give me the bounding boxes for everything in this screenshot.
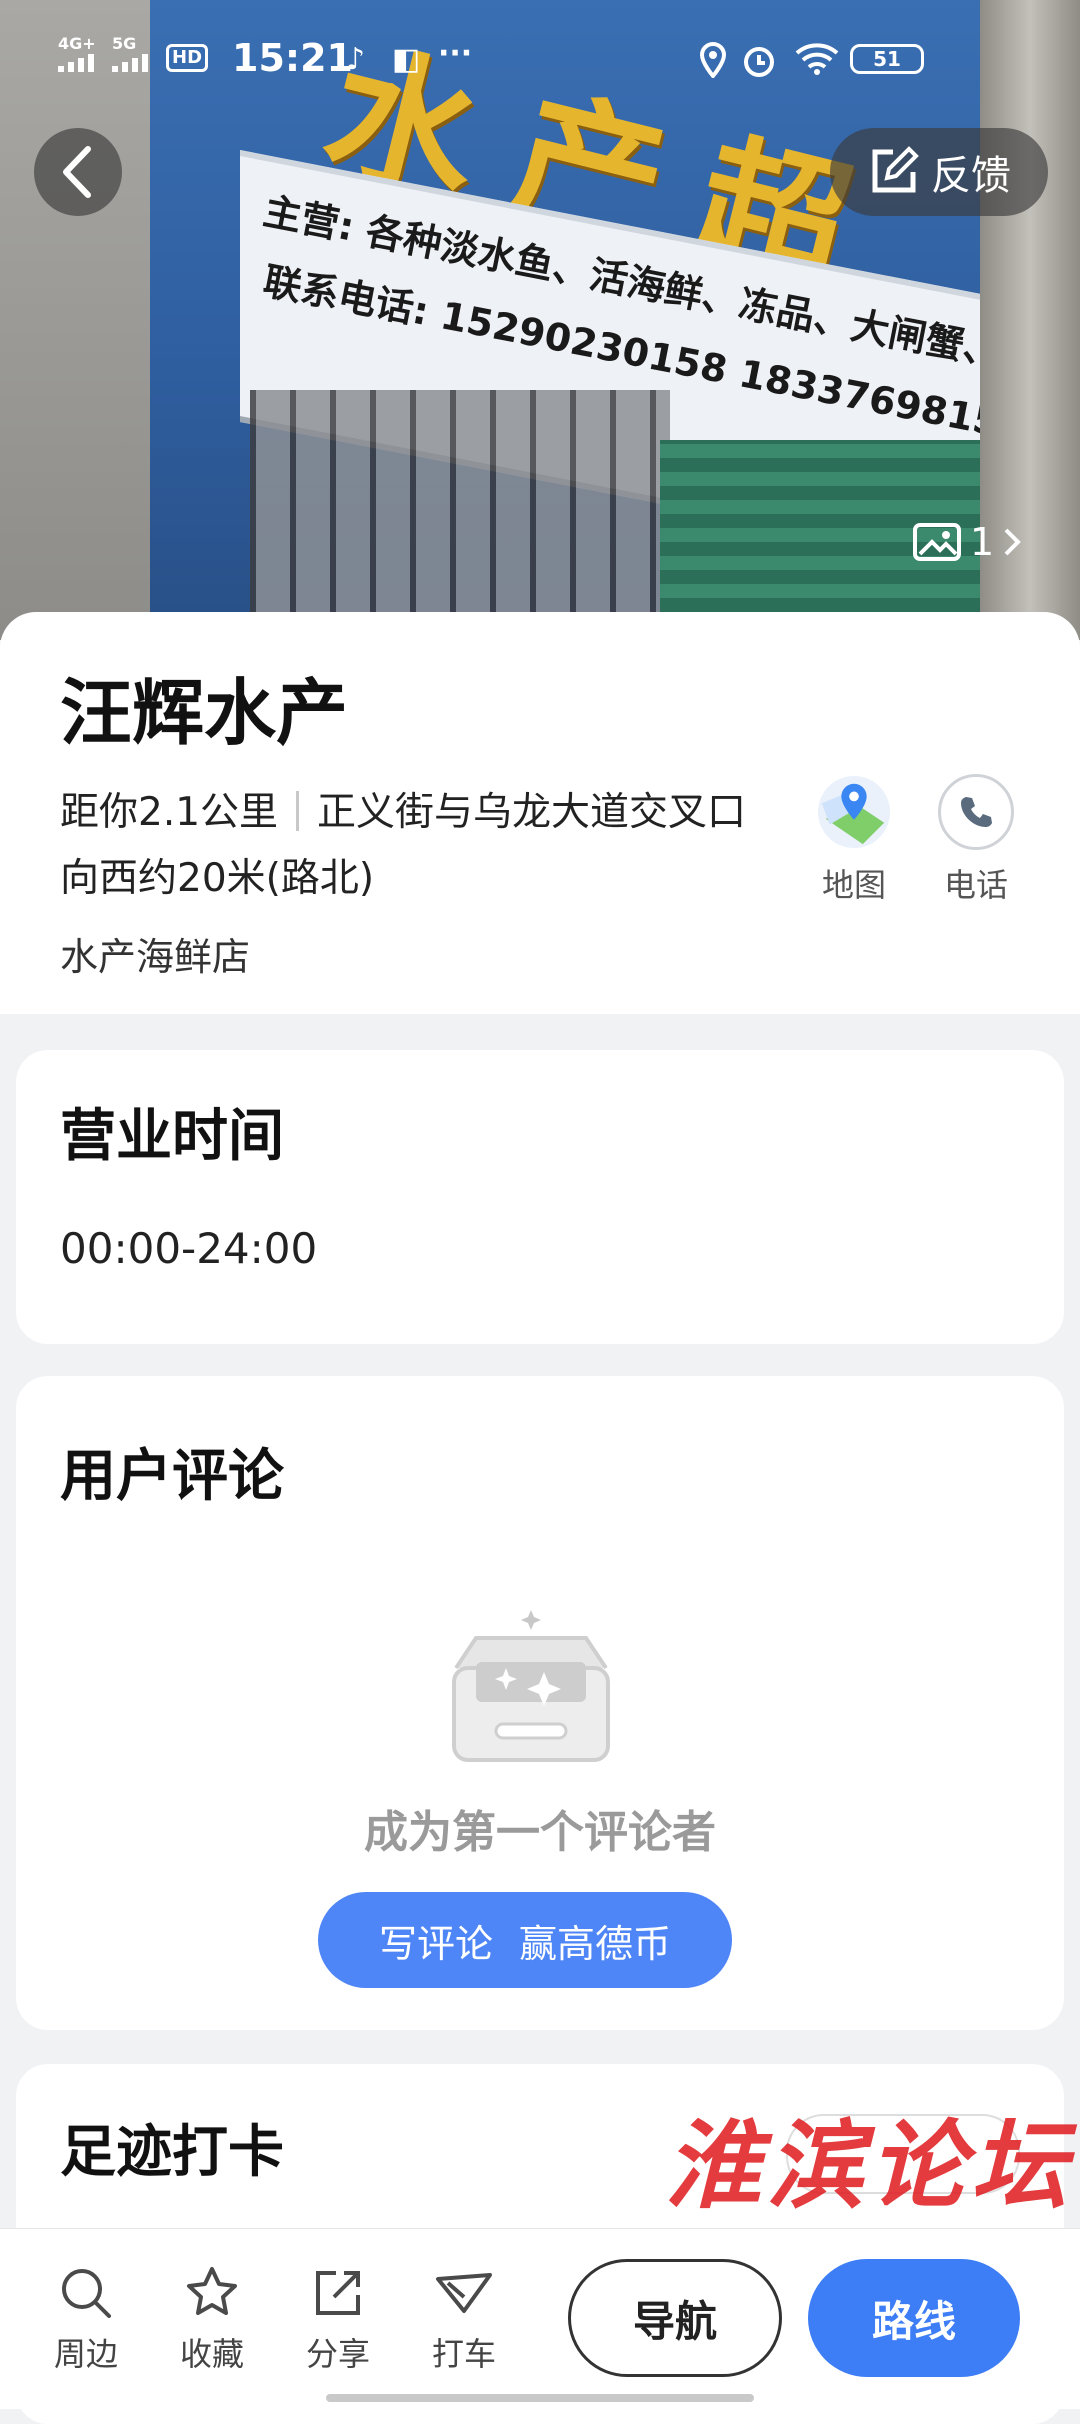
empty-reviews-text: 成为第一个评论者 [364,1807,716,1858]
reward-label: 赢高德币 [519,1923,672,1966]
star-icon [187,2267,237,2315]
business-hours-section: 营业时间 00:00-24:00 [16,1050,1064,1344]
favorite-button[interactable]: 收藏 [162,2265,262,2375]
search-icon [62,2269,111,2318]
taxi-label: 打车 [431,2335,496,2373]
bottom-action-bar: 周边 收藏 分享 打车 导航 路线 [0,2228,1080,2409]
battery-icon: 51 [850,44,924,74]
favorite-label: 收藏 [179,2335,244,2373]
location-icon [698,41,728,86]
signal-icon-2 [112,52,148,72]
hours-title: 营业时间 [60,1104,284,1169]
music-icon: ♪ [346,42,366,77]
map-label: 地图 [821,866,886,904]
hours-value: 00:00-24:00 [60,1224,318,1273]
home-indicator[interactable] [326,2394,754,2402]
poi-name: 汪辉水产 [60,671,349,755]
feedback-button[interactable]: 反馈 [830,128,1048,216]
map-icon [816,774,892,850]
empty-box-icon [452,1610,610,1762]
back-button[interactable] [34,128,122,216]
photo-count: 1 [970,520,995,564]
image-icon [913,523,961,561]
share-button[interactable]: 分享 [288,2265,388,2375]
nearby-button[interactable]: 周边 [36,2265,136,2375]
security-grate [250,390,670,640]
reviews-title: 用户评论 [60,1444,284,1509]
address-divider [296,791,300,831]
taxi-icon [436,2273,492,2313]
sim1-label: 4G+ [58,34,96,53]
poi-address-block: 距你2.1公里 正义街与乌龙大道交叉口向西约20米(路北) [60,780,760,912]
feedback-label: 反馈 [931,153,1011,199]
phone-icon [938,774,1014,850]
edit-icon [872,146,919,193]
status-bar: 4G+ 5G HD 15:21 ♪ ◧ ··· 51 [0,0,1080,120]
status-time: 15:21 [232,36,353,80]
photo-gallery-button[interactable]: 1 [912,520,1022,564]
wifi-icon [794,42,840,84]
phone-button[interactable]: 电话 [926,774,1026,906]
forum-watermark: 淮滨论坛 [665,2109,1073,2222]
share-icon [316,2271,360,2315]
write-review-label: 写评论 [378,1923,493,1966]
user-reviews-section: 用户评论 成为第一个评论者 写评论 赢高德币 [16,1376,1064,2030]
checkin-title: 足迹打卡 [60,2120,284,2185]
poi-distance: 距你2.1公里 [60,790,279,835]
back-arrow-icon [63,146,91,198]
signal-icon [58,52,94,72]
route-button[interactable]: 路线 [808,2259,1020,2377]
more-notifications-icon: ··· [438,36,473,71]
sim2-label: 5G [112,34,137,53]
hd-voice-icon: HD [166,44,209,72]
navigate-button[interactable]: 导航 [568,2259,782,2377]
write-review-button[interactable]: 写评论 赢高德币 [318,1892,732,1988]
poi-info-card: 汪辉水产 距你2.1公里 正义街与乌龙大道交叉口向西约20米(路北) 水产海鲜店 … [0,612,1080,1014]
poi-category: 水产海鲜店 [60,935,251,979]
share-label: 分享 [305,2335,370,2373]
taxi-button[interactable]: 打车 [414,2265,514,2375]
alarm-icon [740,42,778,86]
nearby-label: 周边 [53,2335,118,2373]
app-notification-icon: ◧ [392,42,421,77]
chevron-right-icon [1004,528,1022,556]
phone-label: 电话 [943,866,1008,904]
map-button[interactable]: 地图 [804,774,904,906]
